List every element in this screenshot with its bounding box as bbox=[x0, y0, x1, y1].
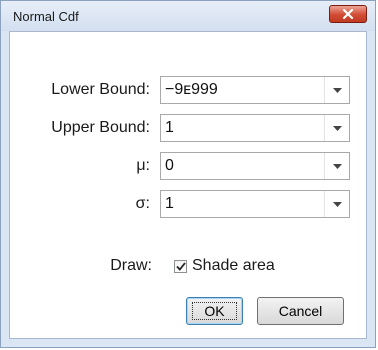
mu-label: μ: bbox=[136, 157, 150, 174]
close-button[interactable] bbox=[329, 5, 367, 23]
chevron-down-icon bbox=[332, 163, 342, 169]
dialog-body: Lower Bound: −9ᴇ999 Upper Bound: 1 μ: 0 … bbox=[9, 31, 367, 339]
window-title: Normal Cdf bbox=[13, 9, 79, 24]
upper-bound-value[interactable]: 1 bbox=[165, 119, 174, 137]
cancel-button-label: Cancel bbox=[278, 303, 323, 319]
normal-cdf-dialog: Normal Cdf Lower Bound: −9ᴇ999 Upper Bou… bbox=[0, 0, 376, 348]
upper-bound-field[interactable]: 1 bbox=[160, 114, 350, 142]
shade-area-checkbox[interactable] bbox=[174, 260, 187, 273]
title-bar[interactable]: Normal Cdf bbox=[1, 1, 375, 31]
check-icon bbox=[175, 262, 186, 271]
chevron-down-icon bbox=[332, 125, 342, 131]
upper-bound-dropdown-button[interactable] bbox=[324, 115, 349, 141]
lower-bound-field[interactable]: −9ᴇ999 bbox=[160, 76, 350, 104]
sigma-dropdown-button[interactable] bbox=[324, 191, 349, 217]
lower-bound-value[interactable]: −9ᴇ999 bbox=[165, 81, 218, 99]
sigma-label: σ: bbox=[135, 195, 150, 212]
upper-bound-label: Upper Bound: bbox=[51, 119, 150, 136]
sigma-field[interactable]: 1 bbox=[160, 190, 350, 218]
mu-field[interactable]: 0 bbox=[160, 152, 350, 180]
draw-label: Draw: bbox=[110, 257, 152, 274]
lower-bound-dropdown-button[interactable] bbox=[324, 77, 349, 103]
mu-dropdown-button[interactable] bbox=[324, 153, 349, 179]
shade-area-label[interactable]: Shade area bbox=[192, 257, 275, 275]
lower-bound-label: Lower Bound: bbox=[51, 81, 150, 98]
close-icon bbox=[342, 9, 354, 19]
mu-value[interactable]: 0 bbox=[165, 157, 174, 175]
focus-ring bbox=[192, 302, 237, 320]
ok-button[interactable]: OK bbox=[186, 297, 243, 325]
cancel-button[interactable]: Cancel bbox=[257, 297, 344, 325]
chevron-down-icon bbox=[332, 201, 342, 207]
chevron-down-icon bbox=[332, 87, 342, 93]
sigma-value[interactable]: 1 bbox=[165, 195, 174, 213]
